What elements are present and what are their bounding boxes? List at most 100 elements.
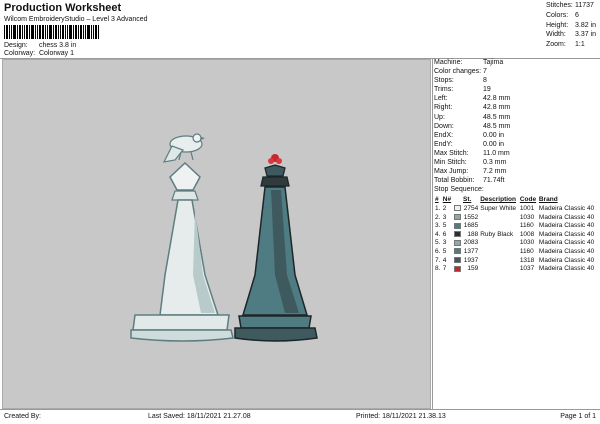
color-swatch	[453, 222, 461, 229]
color-swatch	[453, 239, 461, 246]
summary-value: 6	[575, 11, 579, 19]
created-by: Created By:	[4, 413, 41, 420]
swatch	[453, 213, 462, 222]
summary-stats: Stitches: 11737 Colors: 6 Height: 3.82 in W…	[546, 2, 598, 51]
summary-value: 3.37 in	[575, 31, 597, 39]
summary-value: 3.82 in	[575, 21, 597, 29]
thread-brand: Madeira Classic 40	[538, 230, 595, 238]
info-label: Max Jump:	[434, 168, 469, 176]
swatch	[453, 222, 462, 231]
color-swatch	[453, 231, 461, 238]
stitch-count: 188	[467, 230, 479, 238]
colorway-row: Colorway: Colorway 1	[4, 50, 74, 57]
stop-num: 6.	[435, 248, 441, 256]
thread-brand: Madeira Classic 40	[538, 256, 595, 264]
vertical-divider	[432, 59, 433, 409]
color-swatch	[453, 248, 461, 255]
col-header-description: Description	[480, 196, 516, 204]
color-swatch	[453, 256, 461, 263]
stop-sequence-table: # N# St. Description Code Brand 1. 2 2754 S…	[434, 195, 598, 273]
color-swatch	[453, 213, 461, 220]
info-label: Machine:	[434, 59, 463, 66]
info-label: Trims:	[434, 86, 454, 94]
summary-label: Colors:	[546, 11, 569, 19]
swatch	[453, 239, 462, 248]
info-row: Right: 42.8 mm	[434, 104, 598, 113]
info-value: 0.3 mm	[483, 159, 507, 167]
info-label: Total Bobbin:	[434, 177, 475, 185]
col-header-brand: Brand	[538, 196, 558, 204]
info-value: 42.8 mm	[483, 95, 511, 103]
info-row: Machine: Tajima	[434, 59, 598, 68]
info-label: Min Stitch:	[434, 159, 467, 167]
table-row: 2. 3 1552 1030 Madeira Classic 40	[434, 213, 598, 222]
table-row: 4. 6 188 Ruby Black 1008 Madeira Classic 40	[434, 230, 598, 239]
color-swatch	[453, 265, 461, 272]
page-title: Production Worksheet	[4, 2, 122, 14]
table-row: 1. 2 2754 Super White 1001 Madeira Classic 40	[434, 204, 598, 213]
needle-num: 6	[442, 230, 447, 238]
info-value: 0.00 in	[483, 131, 505, 139]
printed-date: Printed: 18/11/2021 21.38.13	[356, 413, 446, 420]
info-value: 19	[483, 86, 491, 94]
stop-num: 2.	[435, 213, 441, 221]
table-row: 5. 3 2083 1030 Madeira Classic 40	[434, 239, 598, 248]
swatch	[453, 204, 462, 213]
swatch	[453, 247, 462, 256]
summary-row: Colors: 6	[546, 12, 598, 22]
thread-brand: Madeira Classic 40	[538, 265, 595, 273]
col-header-code: Code	[519, 196, 537, 204]
info-value: 71.74ft	[483, 177, 505, 185]
summary-label: Width:	[546, 31, 566, 39]
stitch-count: 1552	[463, 213, 479, 221]
summary-row: Width: 3.37 in	[546, 31, 598, 41]
thread-code: 1160	[519, 248, 534, 256]
info-value: 7.2 mm	[483, 168, 507, 176]
thread-brand: Madeira Classic 40	[538, 248, 595, 256]
thread-description	[479, 239, 519, 248]
worksheet-header: Production Worksheet Wilcom EmbroiderySt…	[0, 0, 600, 58]
info-value: 42.8 mm	[483, 104, 511, 112]
info-row: Trims: 19	[434, 86, 598, 95]
stitch-count: 1937	[463, 256, 479, 264]
stop-num: 4.	[435, 230, 441, 238]
info-row: EndY: 0.00 in	[434, 141, 598, 150]
software-subtitle: Wilcom EmbroideryStudio – Level 3 Advanc…	[4, 16, 148, 23]
stitch-count: 2754	[463, 205, 479, 213]
needle-num: 2	[442, 205, 447, 213]
thread-description	[479, 213, 519, 222]
design-row: Design: chess 3.8 in	[4, 42, 76, 49]
stitch-count: 1685	[463, 222, 479, 230]
info-row: Up: 48.5 mm	[434, 114, 598, 123]
thread-code: 1160	[519, 222, 534, 230]
needle-num: 3	[442, 213, 447, 221]
needle-num: 5	[442, 222, 447, 230]
summary-value: 11737	[575, 2, 594, 9]
stitch-count: 159	[467, 265, 479, 273]
thread-description	[479, 222, 519, 231]
summary-label: Zoom:	[546, 41, 566, 49]
col-header-num: #	[435, 196, 439, 204]
info-value: 48.5 mm	[483, 122, 511, 130]
page-number: Page 1 of 1	[560, 413, 596, 420]
info-row: EndX: 0.00 in	[434, 132, 598, 141]
summary-value: 1:1	[575, 41, 585, 49]
thread-brand: Madeira Classic 40	[538, 213, 595, 221]
last-saved: Last Saved: 18/11/2021 21.27.08	[148, 413, 251, 420]
thread-brand: Madeira Classic 40	[538, 239, 595, 247]
thread-brand: Madeira Classic 40	[538, 222, 595, 230]
info-label: Color changes:	[434, 68, 482, 76]
stop-num: 7.	[435, 256, 441, 264]
design-label: Design:	[4, 42, 28, 49]
info-label: Down:	[434, 122, 454, 130]
table-row: 3. 5 1685 1160 Madeira Classic 40	[434, 222, 598, 231]
table-row: 6. 5 1377 1160 Madeira Classic 40	[434, 247, 598, 256]
stitch-count: 2083	[463, 239, 479, 247]
thread-code: 1318	[519, 256, 535, 264]
swatch	[453, 230, 462, 239]
design-preview	[2, 59, 431, 409]
thread-description	[479, 256, 519, 265]
summary-label: Height:	[546, 21, 569, 29]
chess-pieces-image	[130, 133, 318, 342]
needle-num: 3	[442, 239, 447, 247]
